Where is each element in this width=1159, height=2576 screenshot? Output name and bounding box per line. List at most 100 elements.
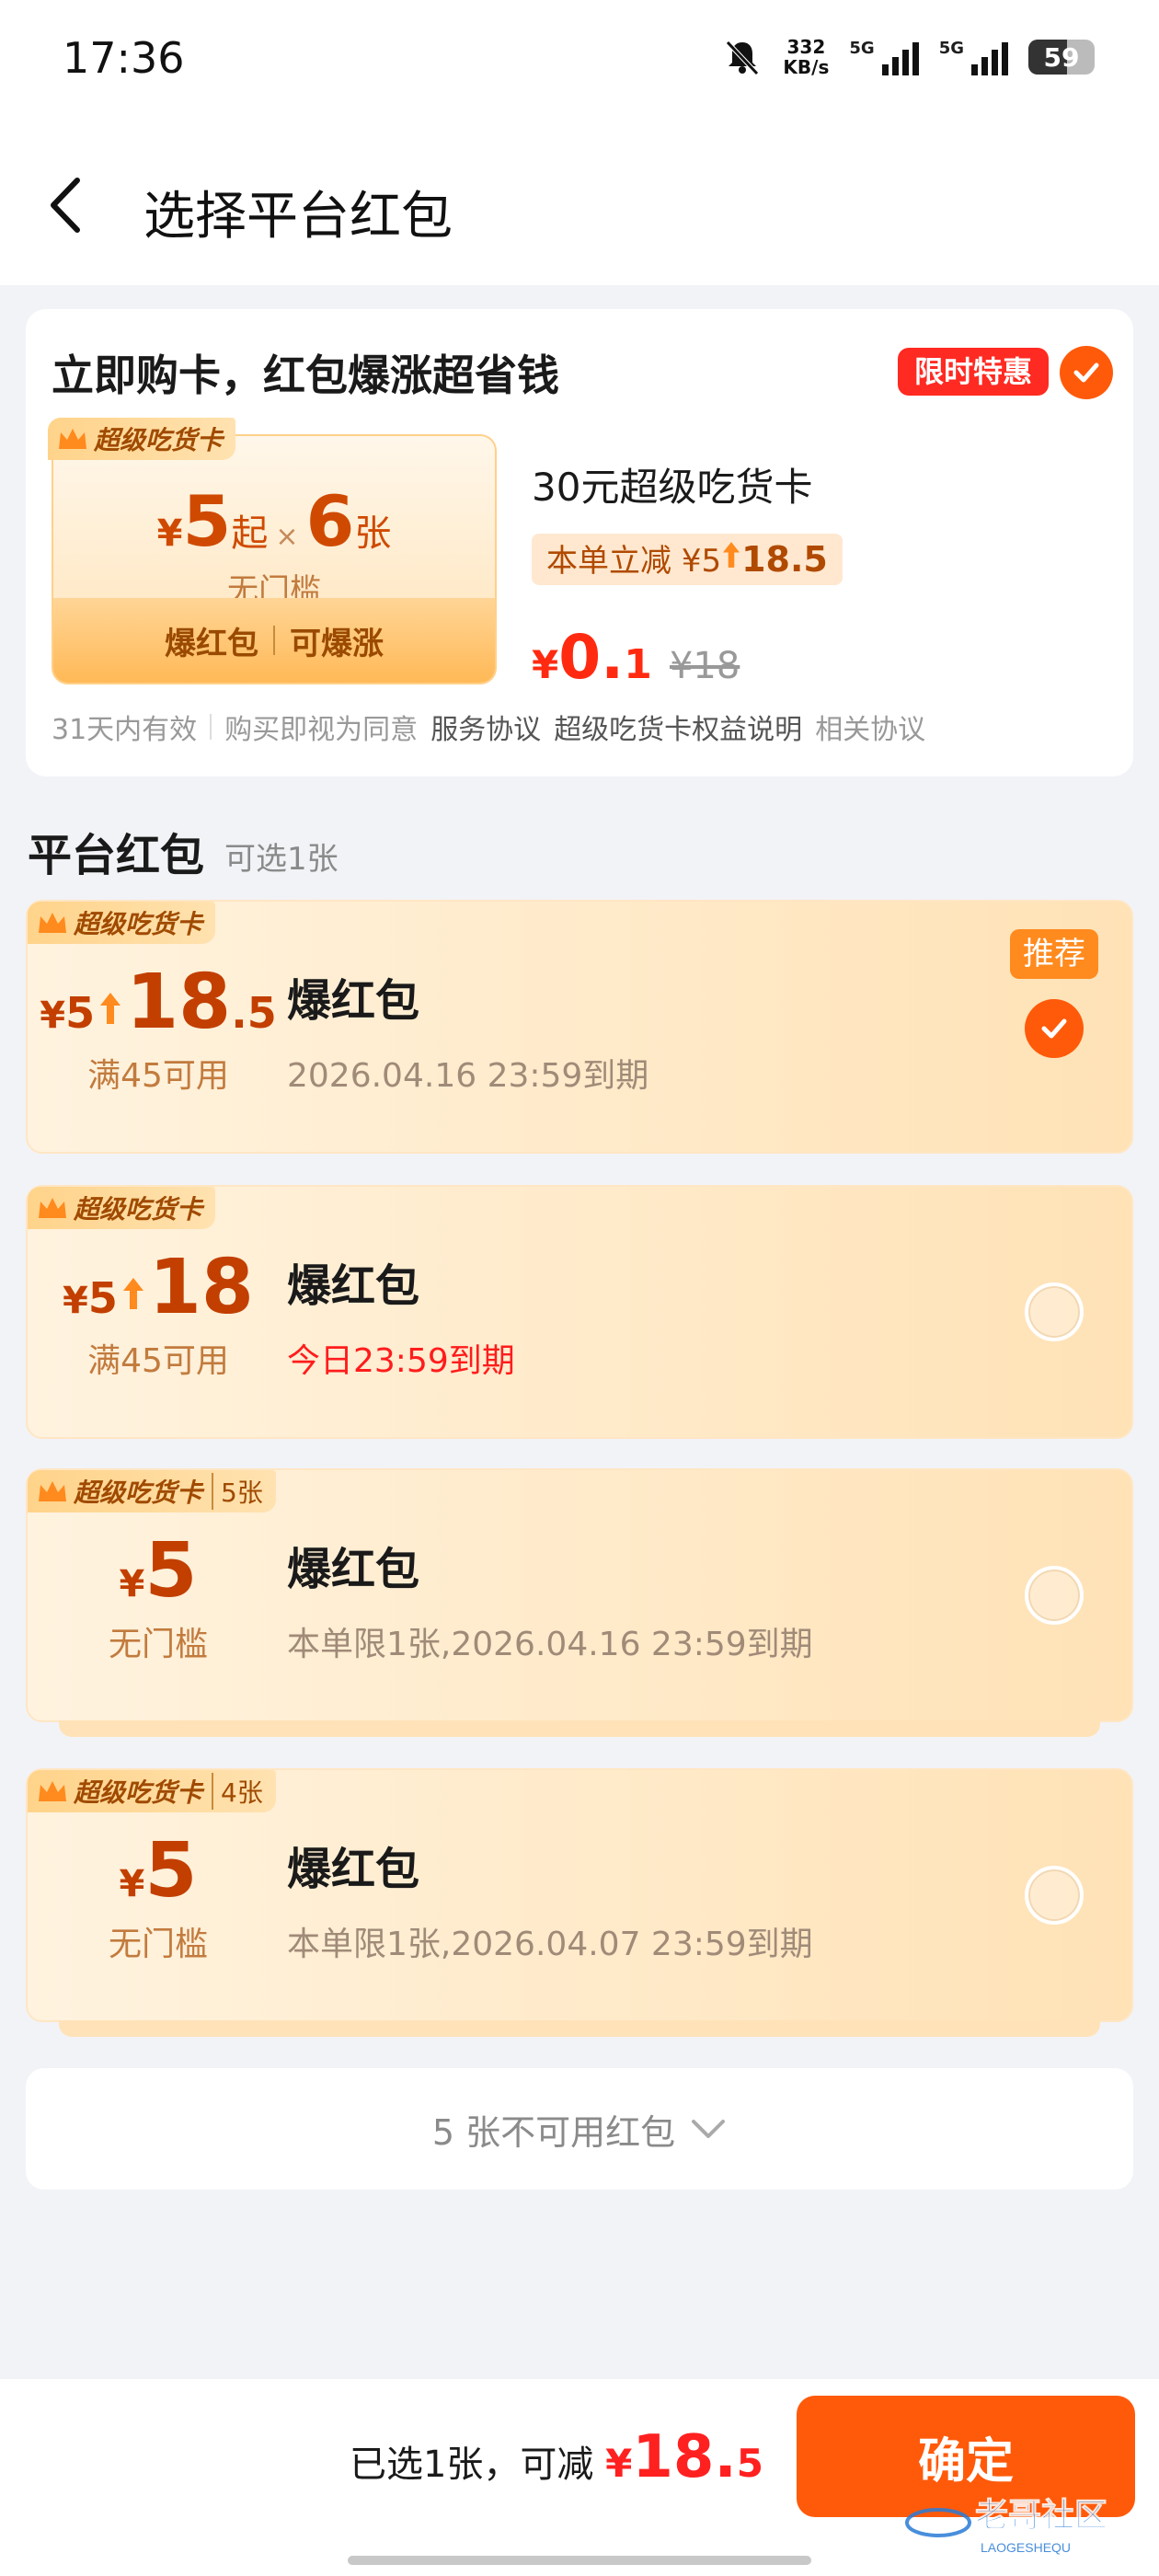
unavailable-coupons-label: 5 张不可用红包 [431,2111,676,2153]
battery-level: 59 [1043,42,1080,73]
status-bar: 17:36 332 KB/s 5G 5G 59 [0,0,1159,129]
status-icons: 332 KB/s 5G 5G 59 [722,37,1095,77]
coupon-stack-count: 5张 [212,1473,263,1510]
promo-footnote: 31天内有效 购买即视为同意 服务协议 超级吃货卡权益说明 相关协议 [52,707,925,747]
promo-select-checkbox[interactable] [1060,346,1113,399]
svg-text:LAOGESHEQU: LAOGESHEQU [981,2540,1071,2555]
promo-from-text: 起 [231,512,269,555]
check-icon [1073,362,1099,383]
signal-2-icon: 5G [939,39,1008,75]
signal-1-label: 5G [849,39,875,58]
coupon-expiry: 2026.04.16 23:59到期 [287,1057,649,1095]
super-card-tag: 超级吃货卡 5张 [28,1470,276,1512]
status-time: 17:36 [63,33,185,83]
card-name: 30元超级吃货卡 [532,465,813,510]
card-price: ¥0.1 ¥18 [532,622,740,693]
save-from: ¥5 [681,543,722,580]
super-card-tag: 超级吃货卡 4张 [28,1770,276,1812]
coupon-expiry: 本单限1张,2026.04.16 23:59到期 [287,1626,813,1663]
crown-icon [39,1481,66,1501]
coupon-name: 爆红包 [287,975,420,1027]
coupon-radio[interactable] [1025,1866,1084,1925]
super-card-tag-label: 超级吃货卡 [74,1777,203,1808]
currency-symbol: ¥ [156,512,183,555]
up-arrow-icon [122,1278,143,1309]
price-currency: ¥ [532,642,559,687]
related-agreement-link[interactable]: 相关协议 [815,707,925,747]
coupon-name: 爆红包 [287,1260,420,1312]
coupon-amount: ¥5 18.5 [28,959,289,1046]
coupon-card[interactable]: 超级吃货卡 ¥5 18 满45可用 爆红包 今日23:59到期 [26,1185,1133,1439]
coupon-card[interactable]: 超级吃货卡 5张 ¥5 无门槛 爆红包 本单限1张,2026.04.16 23:5… [26,1468,1133,1737]
promo-feature-left: 爆红包 [165,625,258,662]
battery-icon: 59 [1028,40,1095,75]
super-card-tag-label: 超级吃货卡 [74,909,203,939]
currency-symbol: ¥ [119,1563,145,1605]
times-sign: × [275,521,299,553]
watermark-logo: 老哥社区 LAOGESHEQU [905,2496,1108,2555]
crown-icon [39,1198,66,1218]
network-speed-unit: KB/s [783,56,830,78]
unavailable-coupons-toggle[interactable]: 5 张不可用红包 [26,2068,1133,2190]
recommended-badge: 推荐 [1010,929,1098,979]
agree-text: 购买即视为同意 [224,714,419,746]
coupon-amount-from: 5 [87,1273,118,1323]
promo-count-unit: 张 [354,512,392,555]
section-subtitle: 可选1张 [224,841,339,878]
coupon-name: 爆红包 [287,1844,420,1895]
super-card-tag: 超级吃货卡 [28,1187,216,1229]
coupon-condition: 无门槛 [108,1626,208,1663]
coupon-amount: ¥5 18 [28,1244,289,1331]
up-arrow-icon [100,993,121,1024]
coupon-amount-value: 5 [144,1527,198,1615]
coupon-card[interactable]: 超级吃货卡 4张 ¥5 无门槛 爆红包 本单限1张,2026.04.07 23:5… [26,1768,1133,2037]
promo-feature-right: 可爆涨 [290,625,384,662]
price-int: 0. [558,622,625,693]
back-arrow-icon[interactable] [40,173,96,237]
coupon-amount-value: 5 [144,1827,198,1915]
service-agreement-link[interactable]: 服务协议 [430,707,541,747]
coupon-amount: ¥5 [28,1827,289,1915]
super-card-tag-label: 超级吃货卡 [74,1478,203,1508]
currency-symbol: ¥ [605,2441,633,2486]
coupon-condition: 无门槛 [108,1926,208,1963]
validity-text: 31天内有效 [52,714,198,746]
svg-text:老哥社区: 老哥社区 [975,2496,1107,2534]
promo-amount-from: 5 [182,480,232,562]
promo-headline: 立即购卡，红包爆涨超省钱 [52,351,559,400]
coupon-amount-to: 18 [148,1244,254,1331]
coupon-expiry: 本单限1张,2026.04.07 23:59到期 [287,1926,813,1963]
coupon-amount-from: 5 [65,988,96,1038]
crown-icon [39,913,66,933]
crown-icon [59,429,86,449]
promo-coupon-preview: ¥5起 × 6张 无门槛 爆红包 可爆涨 [52,434,497,684]
page-title: 选择平台红包 [143,187,453,247]
home-indicator[interactable] [348,2556,811,2565]
up-arrow-icon [723,542,740,568]
selection-text: 已选1张，可减 [349,2444,594,2486]
promo-count: 6 [305,480,355,562]
rights-description-link[interactable]: 超级吃货卡权益说明 [554,707,802,747]
section-title: 平台红包 [28,830,205,881]
network-speed-value: 332 [786,36,826,58]
coupon-name: 爆红包 [287,1544,420,1595]
save-prefix: 本单立减 [546,543,671,580]
currency-symbol: ¥ [40,995,66,1037]
coupon-radio[interactable] [1025,1566,1084,1625]
network-speed: 332 KB/s [783,37,829,77]
coupon-radio-selected[interactable] [1025,999,1084,1058]
price-dec: 1 [624,641,652,688]
coupon-amount-to: 18 [126,959,232,1046]
coupon-card[interactable]: 超级吃货卡 ¥5 18.5 满45可用 爆红包 2026.04.16 23:59到… [26,900,1133,1154]
discount-amount-int: 18. [632,2423,737,2491]
crown-icon [39,1781,66,1801]
coupon-radio[interactable] [1025,1282,1084,1341]
stack-shadow [59,2020,1100,2037]
signal-2-label: 5G [938,39,964,58]
stack-shadow [59,1720,1100,1737]
promo-coupon-amount: ¥5起 × 6张 [53,480,495,562]
currency-symbol: ¥ [119,1863,145,1905]
super-card-tag-label: 超级吃货卡 [74,1194,203,1225]
coupon-condition: 满45可用 [87,1057,229,1095]
promo-card[interactable]: 立即购卡，红包爆涨超省钱 限时特惠 ¥5起 × 6张 无门槛 爆红包 可爆涨 超级吃… [26,309,1133,776]
